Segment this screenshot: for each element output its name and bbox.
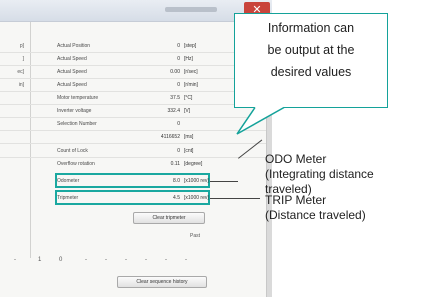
- left-column-cell: p]: [19, 43, 24, 49]
- sequence-cell: -: [185, 257, 187, 263]
- param-unit: [r/sec]: [184, 69, 198, 75]
- odo-meter-annotation: ODO Meter (Integrating distance traveled…: [265, 152, 374, 197]
- param-label: Actual Speed: [57, 69, 87, 75]
- param-label: Actual Position: [57, 43, 91, 49]
- tripmeter-label: Tripmeter: [57, 195, 79, 201]
- past-label: Past: [190, 233, 201, 239]
- param-unit: [°C]: [184, 95, 193, 101]
- left-column-cell: ec]: [17, 69, 24, 75]
- param-unit: [degree]: [184, 161, 203, 167]
- tripmeter-value: 4.5: [173, 195, 180, 201]
- param-value: 4116652: [160, 134, 180, 140]
- param-unit: [V]: [184, 108, 191, 114]
- trip-meter-annotation: TRIP Meter (Distance traveled): [265, 193, 366, 223]
- clear-sequence-history-button[interactable]: Clear sequence history: [117, 276, 207, 288]
- param-value: 0: [177, 56, 180, 62]
- param-value: 0: [177, 43, 180, 49]
- param-label: Count of Lock: [57, 148, 88, 154]
- sequence-history-row: - 1 0 - - - - - -: [8, 254, 238, 266]
- row-separator: [0, 143, 266, 144]
- trip-title: TRIP Meter: [265, 193, 327, 207]
- callout-line: desired values: [270, 65, 352, 79]
- param-value: 332.4: [167, 108, 180, 114]
- param-value: 0.11: [170, 161, 180, 167]
- odometer-unit: [x1000 rev]: [184, 178, 209, 184]
- info-callout: Information can be output at the desired…: [234, 13, 388, 108]
- param-value: 0: [177, 121, 180, 127]
- window-titlebar: ✕: [0, 0, 272, 22]
- left-column-cell: ]: [22, 56, 24, 62]
- odo-leader-line: [210, 181, 238, 182]
- callout-line: be output at the: [267, 43, 355, 57]
- param-value: 0.00: [170, 69, 180, 75]
- param-unit: [cnt]: [184, 148, 194, 154]
- odometer-label: Odometer: [57, 178, 80, 184]
- param-value: 0: [177, 82, 180, 88]
- sequence-cell: 1: [38, 257, 42, 263]
- param-label: Actual Speed: [57, 82, 87, 88]
- param-label: Selection Number: [57, 121, 97, 127]
- monitor-window: ✕ p] ] ec] in] Actual Position 0 [step] …: [0, 0, 272, 297]
- column-divider: [30, 22, 31, 258]
- param-value: 0: [177, 148, 180, 154]
- window-title: [165, 7, 217, 12]
- param-unit: [r/min]: [184, 82, 198, 88]
- param-label: Motor temperature: [57, 95, 99, 101]
- clear-tripmeter-button[interactable]: Clear tripmeter: [133, 212, 205, 224]
- param-label: Actual Speed: [57, 56, 87, 62]
- odo-title: ODO Meter: [265, 152, 327, 166]
- sequence-cell: -: [85, 257, 87, 263]
- tripmeter-unit: [x1000 rev]: [184, 195, 209, 201]
- trip-leader-line: [210, 198, 260, 199]
- param-label: Inverter voltage: [57, 108, 92, 114]
- trip-desc-line: (Distance traveled): [265, 208, 366, 222]
- sequence-cell: -: [165, 257, 167, 263]
- param-unit: [step]: [184, 43, 197, 49]
- left-column-cell: in]: [18, 82, 24, 88]
- param-unit: [ms]: [184, 134, 194, 140]
- param-label: Overflow rotation: [57, 161, 95, 167]
- callout-line: Information can: [267, 21, 355, 35]
- sequence-cell: -: [105, 257, 107, 263]
- sequence-cell: -: [125, 257, 127, 263]
- sequence-cell: -: [14, 257, 16, 263]
- sequence-cell: 0: [59, 257, 63, 263]
- sequence-cell: -: [145, 257, 147, 263]
- param-unit: [Hz]: [184, 56, 193, 62]
- param-value: 37.5: [170, 95, 180, 101]
- odo-desc-line: (Integrating distance: [265, 167, 374, 181]
- odometer-value: 8.0: [173, 178, 180, 184]
